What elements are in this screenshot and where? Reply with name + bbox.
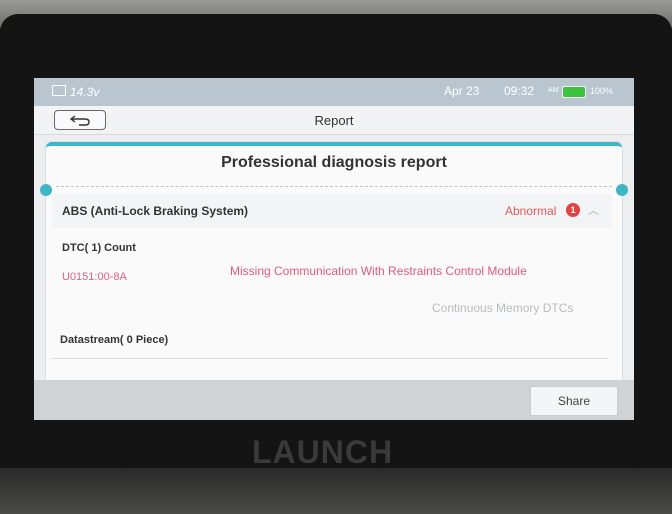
- system-name: ABS (Anti-Lock Braking System): [62, 204, 249, 218]
- dtc-description: Missing Communication With Restraints Co…: [230, 264, 527, 278]
- dotted-divider: [56, 186, 612, 187]
- page-title: Report: [314, 113, 354, 128]
- chevron-up-icon[interactable]: ︿: [588, 202, 599, 218]
- dtc-count-label: DTC( 1) Count: [62, 242, 136, 254]
- title-bar: Report: [34, 106, 634, 135]
- status-date: Apr 23: [444, 84, 480, 98]
- status-bar: 14.3v Apr 23 09:32 AM 100%: [34, 78, 634, 106]
- fault-count-badge: 1: [566, 203, 580, 217]
- status-label: Abnormal: [505, 204, 557, 218]
- dtc-code: U0151:00-8A: [62, 271, 127, 283]
- system-row-abs[interactable]: ABS (Anti-Lock Braking System) Abnormal …: [52, 194, 612, 228]
- battery-icon: [562, 86, 586, 98]
- report-card: Professional diagnosis report ABS (Anti-…: [40, 142, 628, 406]
- device-screen: 14.3v Apr 23 09:32 AM 100% Report Profes…: [34, 78, 634, 420]
- voltage-readout: 14.3v: [70, 85, 100, 99]
- vehicle-battery-icon: [52, 85, 66, 96]
- dtc-type: Continuous Memory DTCs: [432, 301, 574, 315]
- report-heading: Professional diagnosis report: [221, 154, 447, 171]
- battery-percent: 100%: [590, 86, 614, 96]
- bottom-action-bar: Share: [34, 380, 634, 420]
- device-brand-logo: LAUNCH: [252, 434, 394, 470]
- status-ampm: AM: [548, 87, 559, 94]
- share-button[interactable]: Share: [530, 386, 618, 416]
- datastream-divider: [52, 358, 608, 359]
- card-notch-right: [616, 184, 628, 196]
- card-notch-left: [40, 184, 52, 196]
- datastream-label: Datastream( 0 Piece): [60, 334, 169, 346]
- photo-background-bottom: [0, 468, 672, 514]
- status-time: 09:32: [504, 84, 535, 98]
